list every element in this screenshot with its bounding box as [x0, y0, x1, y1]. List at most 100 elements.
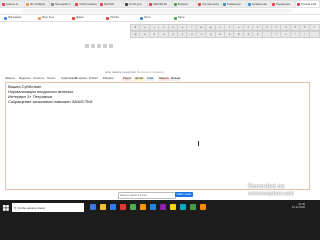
browser-tab[interactable]: Переводчик: [271, 1, 295, 7]
bookmark-label: YouTube: [110, 17, 120, 19]
find-word-button[interactable]: Найти слово: [175, 192, 193, 197]
menu-item[interactable]: В курсивы: [75, 77, 87, 80]
menu-item[interactable]: Печать: [47, 77, 56, 80]
bookmark-item[interactable]: Почта: [140, 16, 150, 20]
menu-item[interactable]: В Буфер: [103, 77, 113, 80]
menu-chip[interactable]: Закрыть: [158, 77, 170, 81]
browser-tab[interactable]: Ru bot дуги: [123, 1, 148, 7]
bookmark-favicon-icon: [140, 16, 143, 20]
tab-label: Последний гл.: [54, 2, 72, 6]
tab-label: Mix Слайдов: [30, 2, 45, 6]
menu-item[interactable]: В Word: [89, 77, 98, 80]
menu-item[interactable]: Закрыть: [5, 77, 15, 80]
menu-item[interactable]: Выделить: [19, 77, 31, 80]
bookmark-label: Могут быть: [42, 17, 55, 19]
tab-label: Вопросы: [177, 2, 189, 6]
app-icon[interactable]: [130, 204, 136, 210]
tab-favicon-icon: [75, 2, 79, 6]
browser-tab[interactable]: Онлайн клав.: [246, 1, 271, 7]
bookmark-item[interactable]: Карты: [174, 16, 185, 20]
tab-label: Русский поиск: [202, 2, 219, 6]
tab-label: Клавиатура: [227, 2, 241, 6]
tab-favicon-icon: [198, 2, 202, 6]
menu-item[interactable]: Очистить: [33, 77, 44, 80]
taskbar-clock[interactable]: 21:35 16.12.2020: [292, 203, 305, 209]
mode-button[interactable]: [103, 44, 107, 48]
bookmark-label: Яндекс: [76, 17, 84, 19]
tab-favicon-icon: [272, 2, 276, 6]
bookmark-favicon-icon: [38, 16, 41, 20]
bookmark-favicon-icon: [72, 16, 75, 20]
app-icon[interactable]: [200, 204, 206, 210]
browser-tab[interactable]: Вопросы: [172, 1, 197, 7]
keyboard-key[interactable]: .: [308, 31, 320, 38]
chrome-icon[interactable]: [170, 204, 176, 210]
menu-chip[interactable]: Шрифт: [134, 77, 145, 81]
bottom-input-placeholder: введите пароль в 8 сим.: [120, 194, 147, 197]
editor-line: Сокращение засыпания повышен ЗАЧИСТКИ: [8, 99, 93, 104]
menu-chip[interactable]: Больше: [170, 77, 182, 81]
tab-favicon-icon: [296, 2, 300, 6]
browser-tab[interactable]: Mail Mail.Ru: [148, 1, 172, 7]
clock-date: 16.12.2020: [292, 206, 305, 210]
menu-chip[interactable]: Тема: [146, 77, 155, 81]
taskbar-search-input[interactable]: ⚲ Чтобы начать поиск: [12, 203, 84, 212]
bookmark-item[interactable]: Могут быть: [38, 16, 54, 20]
task-view-icon[interactable]: [90, 204, 96, 210]
bookmark-label: Приложения: [8, 17, 22, 19]
browser-tab[interactable]: Последний гл.: [49, 1, 74, 7]
tab-label: Онлайн клав.: [251, 2, 268, 6]
search-icon: ⚲: [14, 205, 17, 210]
virtual-keyboard: й ц у к е н г ш щ з х ъ ё 1 2 3 4 5 6 7 ф ы в а п р о л д ж э 8 9 0- = + * /.: [130, 24, 320, 54]
browser-tab[interactable]: Mail Mail: [98, 1, 123, 7]
tab-favicon-icon: [173, 2, 177, 6]
tab-favicon-icon: [50, 2, 54, 6]
browser-tab[interactable]: Русский поиск: [197, 1, 222, 7]
bookmark-item[interactable]: YouTube: [106, 16, 119, 20]
tab-favicon-icon: [99, 2, 103, 6]
browser-tab[interactable]: Удалить из: [0, 1, 25, 7]
tab-favicon-icon: [247, 2, 251, 6]
hint-label: хочу писать по-русски: [105, 70, 136, 74]
windows-start-icon[interactable]: [3, 205, 9, 211]
bottom-input[interactable]: введите пароль в 8 сим.: [118, 192, 176, 199]
app-icon[interactable]: [160, 204, 166, 210]
browser-tab-strip: Удалить из Mix Слайдов Последний гл. Online…: [0, 0, 320, 8]
browser-tab[interactable]: Русская клав.: [295, 1, 320, 7]
keyboard-mode-buttons: [85, 44, 125, 50]
bookmark-label: Почта: [144, 17, 151, 19]
mode-button[interactable]: [97, 44, 101, 48]
tab-favicon-icon: [1, 2, 5, 6]
browser-tab[interactable]: Mix Слайдов: [25, 1, 49, 7]
address-input[interactable]: [22, 9, 292, 13]
browser-tab[interactable]: Online Клавиат.: [74, 1, 98, 7]
hint-text: хочу писать по-русски. Включить проверку: [105, 70, 165, 74]
app-icon[interactable]: [150, 204, 156, 210]
edge-icon[interactable]: [110, 204, 116, 210]
tab-label: Русская клав.: [300, 2, 317, 6]
bookmark-label: Карты: [178, 17, 185, 19]
app-icon[interactable]: [120, 204, 126, 210]
bookmark-item[interactable]: Приложения: [4, 16, 21, 20]
recording-watermark: Recorded on screencapture.com: [248, 184, 318, 200]
tab-label: Удалить из: [5, 2, 19, 6]
hint-link[interactable]: Включить проверку: [137, 70, 164, 74]
menu-chip[interactable]: Рядом: [122, 77, 132, 81]
file-explorer-icon[interactable]: [100, 204, 106, 210]
bookmark-favicon-icon: [106, 16, 109, 20]
tab-favicon-icon: [149, 2, 153, 6]
app-icon[interactable]: [190, 204, 196, 210]
mode-button[interactable]: [91, 44, 95, 48]
tab-label: Ru bot дуги: [128, 2, 142, 6]
mode-button[interactable]: [85, 44, 89, 48]
tab-label: Переводчик: [276, 2, 291, 6]
tab-favicon-icon: [124, 2, 128, 6]
tab-favicon-icon: [26, 2, 30, 6]
browser-tab[interactable]: Клавиатура: [222, 1, 246, 7]
bookmark-item[interactable]: Яндекс: [72, 16, 84, 20]
keyboard-key[interactable]: 7: [308, 24, 320, 31]
app-icon[interactable]: [180, 204, 186, 210]
mode-button[interactable]: [109, 44, 113, 48]
app-icon[interactable]: [140, 204, 146, 210]
text-editor[interactable]: Вишня Субботкин Нормализация плодоноси з…: [5, 82, 310, 190]
